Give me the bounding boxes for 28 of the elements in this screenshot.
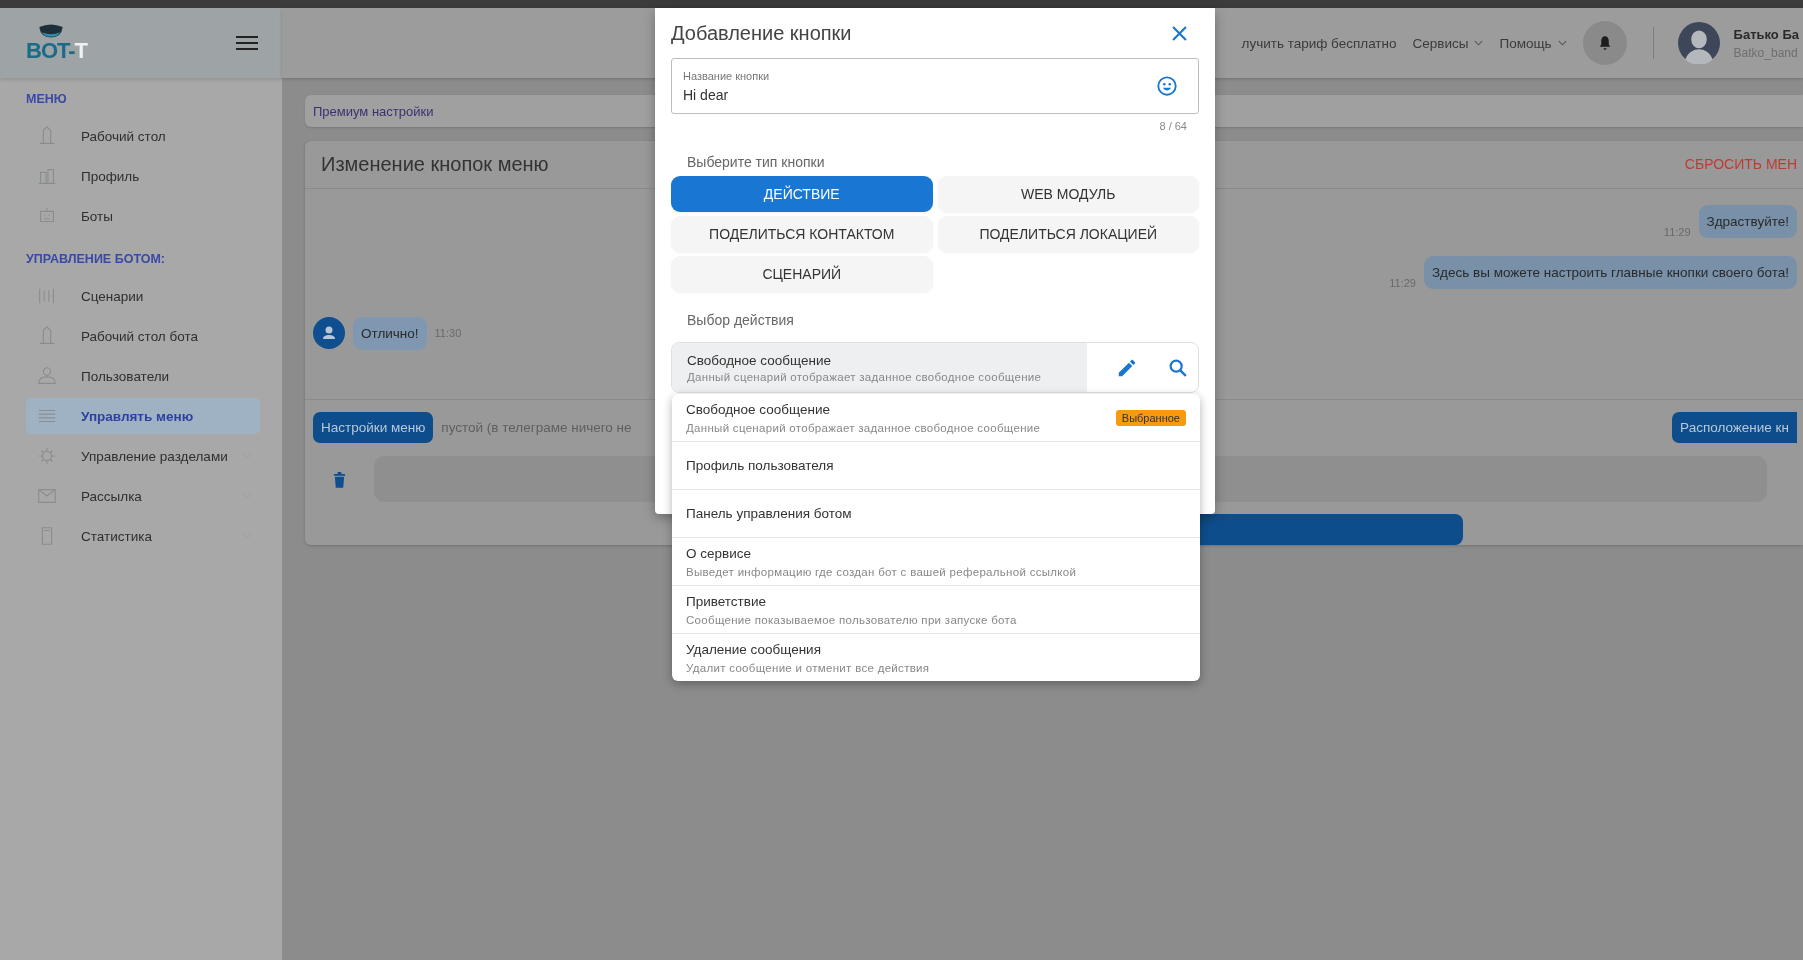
option-title: Удаление сообщения	[686, 641, 822, 657]
selected-badge: Выбранное	[1115, 409, 1186, 426]
message-bubble: Отлично!	[353, 316, 427, 350]
section-label: Выберите тип кнопки	[686, 153, 826, 172]
option-description: Сообщение показываемое пользователю при запуске бота	[686, 613, 1017, 626]
field-label: Название кнопки	[683, 69, 770, 82]
option-description: Данный сценарий отображает заданное свободное сообщение	[686, 421, 1041, 434]
option-title: Профиль пользователя	[686, 458, 834, 473]
option-description: Выведет информацию где создан бот с вашей реферальной ссылкой	[686, 565, 1077, 578]
menu-label: Сервисы	[1412, 35, 1469, 51]
section-label: МЕНЮ	[25, 91, 68, 108]
option-title: О сервисе	[686, 545, 752, 561]
section-label: УПРАВЛЕНИЕ БОТОМ:	[25, 251, 166, 268]
option-description: Удалит сообщение и отменит все действия	[686, 661, 930, 674]
message-bubble: Здраствуйте!	[1698, 204, 1797, 238]
message-bubble: Здесь вы можете настроить главные кнопки своего бота!	[1423, 255, 1797, 289]
user-name: Батько Ба	[1733, 26, 1799, 42]
card-title: Изменение кнопок меню	[321, 152, 549, 176]
section-label: Выбор действия	[686, 311, 795, 330]
empty-note: пустой (в телеграме ничего не	[441, 420, 632, 435]
option-title: Панель управления ботом	[686, 506, 852, 521]
logo: BOT-T	[26, 23, 87, 63]
option-title: Свободное сообщение	[686, 401, 831, 417]
option-title: Приветствие	[686, 593, 768, 609]
character-counter: 8 / 64	[1159, 120, 1187, 132]
menu-label: Помощь	[1499, 35, 1552, 51]
field-value: Hi dear	[683, 86, 730, 103]
dialog-title: Добавление кнопки	[671, 21, 852, 45]
